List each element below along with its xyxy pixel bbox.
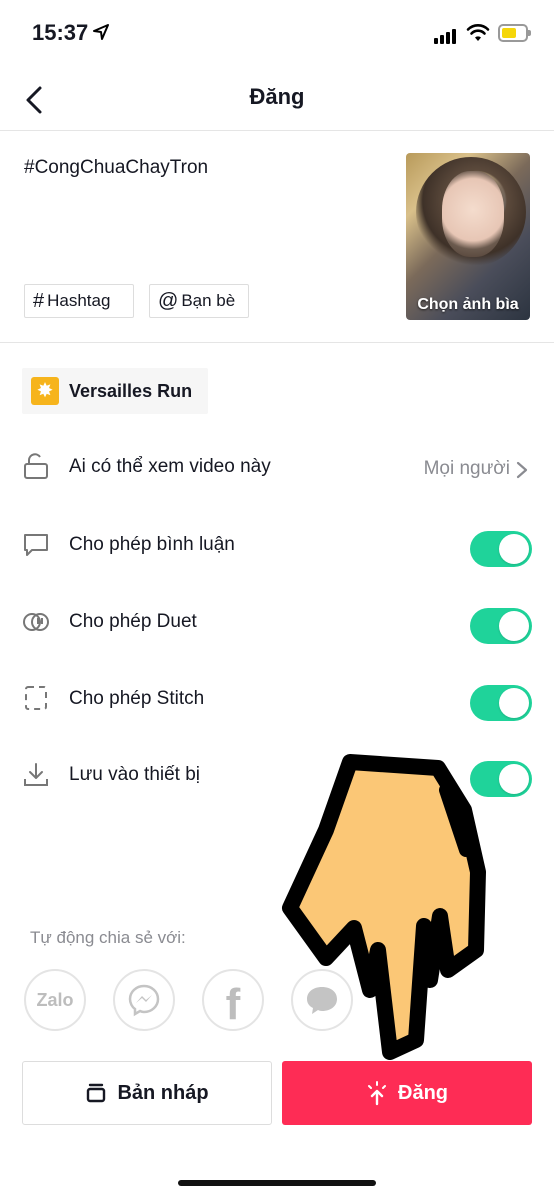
messenger-icon xyxy=(128,984,160,1017)
divider xyxy=(0,342,554,343)
message-bubble-icon xyxy=(307,987,337,1014)
post-button[interactable]: Đăng xyxy=(282,1061,532,1125)
comments-toggle[interactable] xyxy=(470,531,532,567)
stitch-label: Cho phép Stitch xyxy=(69,688,205,709)
lock-icon xyxy=(24,453,48,479)
zalo-share-button[interactable]: Zalo xyxy=(24,969,86,1031)
effect-label: Versailles Run xyxy=(69,381,193,401)
effect-tag[interactable]: ✸ Versailles Run xyxy=(22,368,208,414)
location-arrow-icon xyxy=(93,24,109,40)
hash-icon: # xyxy=(33,289,45,312)
sparkle-icon: ✸ xyxy=(31,377,59,405)
comment-icon xyxy=(24,534,48,556)
facebook-icon: f xyxy=(225,980,241,1029)
draft-button[interactable]: Bản nháp xyxy=(22,1061,272,1125)
duet-icon xyxy=(23,613,49,631)
duet-label: Cho phép Duet xyxy=(69,611,197,632)
chevron-right-icon[interactable] xyxy=(515,460,529,480)
upload-spark-icon xyxy=(368,1081,386,1106)
download-icon xyxy=(24,763,48,786)
save-label: Lưu vào thiết bị xyxy=(69,764,201,785)
mention-friends-button[interactable]: @ Bạn bè xyxy=(149,284,249,318)
home-indicator xyxy=(178,1180,376,1186)
nav-bar: Đăng xyxy=(0,66,554,131)
draft-label: Bản nháp xyxy=(117,1081,209,1104)
at-icon: @ xyxy=(158,289,179,312)
caption-input[interactable]: #CongChuaChayTron xyxy=(24,157,208,179)
auto-share-label: Tự động chia sẻ với: xyxy=(30,928,186,947)
facebook-share-button[interactable]: f xyxy=(202,969,264,1031)
messenger-share-button[interactable] xyxy=(113,969,175,1031)
privacy-value[interactable]: Mọi người xyxy=(424,458,510,480)
cover-thumbnail[interactable]: Chọn ảnh bìa xyxy=(406,153,530,320)
drafts-icon xyxy=(87,1083,106,1103)
page-title: Đăng xyxy=(249,84,305,109)
zalo-icon: Zalo xyxy=(36,989,74,1010)
hashtag-label: Hashtag xyxy=(47,291,111,310)
friends-label: Bạn bè xyxy=(181,291,236,310)
comments-label: Cho phép bình luận xyxy=(69,534,235,555)
status-bar: 15:37 xyxy=(0,0,554,66)
stitch-icon xyxy=(25,686,47,710)
signal-icon xyxy=(434,26,458,44)
privacy-label[interactable]: Ai có thể xem video này xyxy=(69,456,271,478)
choose-cover-label: Chọn ảnh bìa xyxy=(417,296,519,313)
duet-toggle[interactable] xyxy=(470,608,532,644)
wifi-icon xyxy=(466,24,490,41)
battery-icon xyxy=(498,24,531,42)
post-label: Đăng xyxy=(398,1081,448,1104)
status-time: 15:37 xyxy=(32,20,89,45)
hashtag-button[interactable]: # Hashtag xyxy=(24,284,134,318)
stitch-toggle[interactable] xyxy=(470,685,532,721)
message-share-button[interactable] xyxy=(291,969,353,1031)
